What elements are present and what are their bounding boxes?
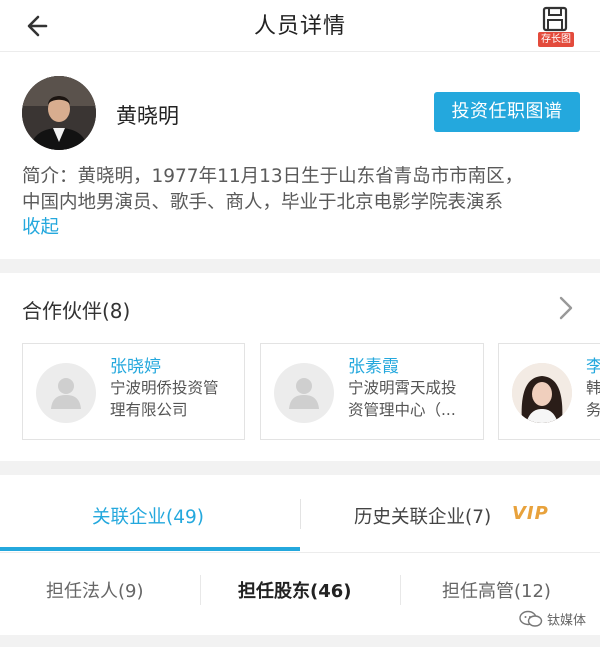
tab-divider <box>300 499 301 529</box>
save-long-badge: 存长图 <box>538 32 574 47</box>
partner-company-line: 宁波明侨投资管 <box>110 379 219 397</box>
partner-company-line: 韩 <box>586 379 600 397</box>
partners-title: 合作伙伴(8) <box>22 299 131 323</box>
collapse-link[interactable]: 收起 <box>22 213 59 239</box>
vip-badge: VIP <box>512 503 549 524</box>
partner-name: 李 <box>586 352 600 377</box>
partner-company-line: 资管理中心（... <box>348 401 456 419</box>
intro-text: 简介：黄晓明，1977年11月13日生于山东省青岛市市南区， 中国内地男演员、歌… <box>22 164 582 216</box>
partner-company-line: 务 <box>586 401 600 419</box>
partners-section: 合作伙伴(8) 张晓婷 宁波明侨投资管 理有限公司 张素霞 宁波明霄天成投 资管… <box>0 273 600 461</box>
profile-section: 黄晓明 投资任职图谱 简介：黄晓明，1977年11月13日生于山东省青岛市市南区… <box>0 52 600 259</box>
subtab-shareholder[interactable]: 担任股东(46) <box>238 577 352 603</box>
partner-card[interactable]: 李 韩 务 <box>498 343 600 440</box>
subtab-executive[interactable]: 担任高管(12) <box>442 577 551 603</box>
partner-avatar <box>512 363 572 423</box>
partner-card[interactable]: 张素霞 宁波明霄天成投 资管理中心（... <box>260 343 484 440</box>
section-divider <box>0 259 600 273</box>
top-bar: 人员详情 存长图 <box>0 0 600 52</box>
partner-company: 宁波明霄天成投 资管理中心（... <box>348 377 476 421</box>
partner-name: 张素霞 <box>348 357 399 377</box>
section-divider <box>0 461 600 475</box>
subtab-divider <box>400 575 401 605</box>
active-tab-indicator <box>0 547 300 551</box>
default-person-icon <box>36 363 96 423</box>
chevron-right-icon[interactable] <box>556 295 576 321</box>
default-person-icon <box>274 363 334 423</box>
partner-company-line: 宁波明霄天成投 <box>348 379 457 397</box>
person-name: 黄晓明 <box>116 104 179 128</box>
intro-line: 中国内地男演员、歌手、商人，毕业于北京电影学院表演系 <box>22 192 504 213</box>
tab-related-companies[interactable]: 关联企业(49) <box>0 475 300 552</box>
role-subtabs: 担任法人(9) 担任股东(46) 担任高管(12) <box>0 552 600 647</box>
tab-history-companies[interactable]: 历史关联企业(7) <box>300 475 600 552</box>
partner-card[interactable]: 张晓婷 宁波明侨投资管 理有限公司 <box>22 343 245 440</box>
company-tabs: 关联企业(49) 历史关联企业(7) VIP <box>0 475 600 552</box>
watermark-text: 钛媒体 <box>546 613 586 629</box>
page-title: 人员详情 <box>253 14 346 39</box>
investment-graph-button[interactable]: 投资任职图谱 <box>434 92 580 132</box>
save-long-image-button[interactable]: 存长图 <box>532 6 578 47</box>
tab-label: 关联企业(49) <box>92 507 204 528</box>
partner-company: 韩 务 <box>586 377 600 421</box>
subtab-divider <box>200 575 201 605</box>
partner-company: 宁波明侨投资管 理有限公司 <box>110 377 238 421</box>
tab-label: 历史关联企业(7) <box>354 507 492 528</box>
subtab-legal-representative[interactable]: 担任法人(9) <box>46 577 144 603</box>
avatar <box>22 76 96 150</box>
partner-company-line: 理有限公司 <box>110 401 188 419</box>
partner-name: 张晓婷 <box>110 357 161 377</box>
wechat-icon <box>519 610 543 627</box>
watermark: 钛媒体 <box>519 609 586 633</box>
intro-line: 简介：黄晓明，1977年11月13日生于山东省青岛市市南区， <box>22 166 524 187</box>
bottom-divider <box>0 635 600 647</box>
